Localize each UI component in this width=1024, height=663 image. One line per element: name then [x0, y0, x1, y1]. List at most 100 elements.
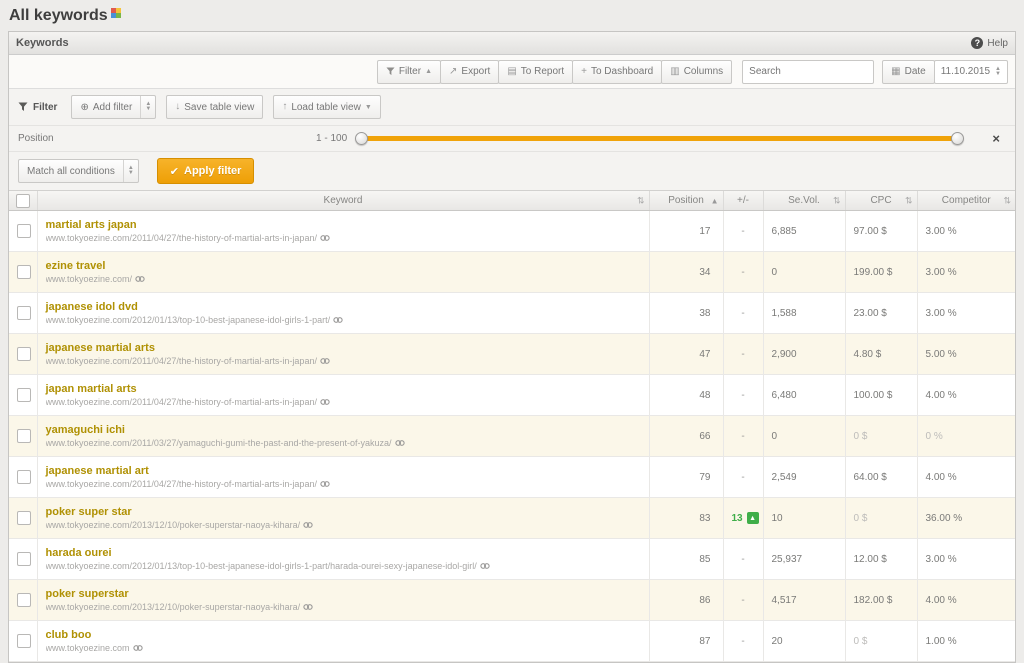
column-header-keyword[interactable]: Keyword⇅: [37, 191, 649, 211]
date-value-box[interactable]: 11.10.2015 ▲▼: [934, 60, 1008, 84]
position-range-slider[interactable]: [357, 136, 962, 141]
link-icon[interactable]: [333, 316, 343, 324]
keyword-url: www.tokyoezine.com/2011/03/27/yamaguchi-…: [46, 438, 641, 449]
competitor-cell: 3.00 %: [917, 252, 1015, 293]
up-arrow-icon: ▲: [747, 512, 759, 524]
column-header-cpc[interactable]: CPC⇅: [845, 191, 917, 211]
table-toolbar: Filter ▲ ↗ Export ▤ To Report + To Dashb…: [9, 55, 1015, 89]
sevol-cell: 10: [763, 498, 845, 539]
to-report-button[interactable]: ▤ To Report: [498, 60, 573, 84]
apply-filter-button[interactable]: ✔ Apply filter: [157, 158, 255, 184]
link-icon[interactable]: [320, 480, 330, 488]
export-icon: ↗: [449, 67, 457, 77]
add-filter-stepper[interactable]: ▲▼: [140, 96, 155, 118]
position-cell: 85: [649, 539, 723, 580]
add-filter-button[interactable]: ⊕ Add filter ▲▼: [71, 95, 156, 119]
column-header-change[interactable]: +/-: [723, 191, 763, 211]
keyword-url: www.tokyoezine.com/2011/04/27/the-histor…: [46, 479, 641, 490]
column-header-sevol[interactable]: Se.Vol.⇅: [763, 191, 845, 211]
row-checkbox[interactable]: [17, 470, 31, 484]
keyword-link[interactable]: poker super star: [46, 506, 641, 519]
competitor-cell: 4.00 %: [917, 375, 1015, 416]
keywords-table: Keyword⇅ Position▲ +/- Se.Vol.⇅ CPC⇅ Com…: [9, 191, 1015, 662]
table-row: martial arts japan www.tokyoezine.com/20…: [9, 211, 1015, 252]
link-icon[interactable]: [135, 275, 145, 283]
help-icon: ?: [971, 37, 983, 49]
export-button[interactable]: ↗ Export: [440, 60, 499, 84]
sort-icon[interactable]: ⇅: [905, 195, 913, 206]
keyword-link[interactable]: ezine travel: [46, 260, 641, 273]
row-checkbox[interactable]: [17, 634, 31, 648]
position-filter-row: Position 1 - 100 ×: [9, 125, 1015, 151]
column-header-position[interactable]: Position▲: [649, 191, 723, 211]
load-table-view-button[interactable]: ↑ Load table view ▼: [273, 95, 380, 119]
keyword-link[interactable]: harada ourei: [46, 547, 641, 560]
select-all-checkbox[interactable]: [16, 194, 30, 208]
row-checkbox[interactable]: [17, 265, 31, 279]
row-checkbox[interactable]: [17, 511, 31, 525]
keyword-url: www.tokyoezine.com/2011/04/27/the-histor…: [46, 233, 641, 244]
filter-toggle-button[interactable]: Filter ▲: [377, 60, 441, 84]
position-cell: 83: [649, 498, 723, 539]
sort-icon[interactable]: ⇅: [833, 195, 841, 206]
column-header-competitor[interactable]: Competitor⇅: [917, 191, 1015, 211]
competitor-cell: 1.00 %: [917, 621, 1015, 662]
table-row: harada ourei www.tokyoezine.com/2012/01/…: [9, 539, 1015, 580]
date-button[interactable]: ▦ Date: [882, 60, 935, 84]
keyword-link[interactable]: yamaguchi ichi: [46, 424, 641, 437]
page-title: All keywords: [9, 7, 108, 24]
help-button[interactable]: ? Help: [971, 37, 1008, 49]
keyword-link[interactable]: japanese idol dvd: [46, 301, 641, 314]
table-row: japanese idol dvd www.tokyoezine.com/201…: [9, 293, 1015, 334]
row-checkbox[interactable]: [17, 224, 31, 238]
change-cell: -: [723, 580, 763, 621]
check-icon: ✔: [170, 165, 179, 178]
table-row: japanese martial art www.tokyoezine.com/…: [9, 457, 1015, 498]
sort-icon[interactable]: ⇅: [1003, 195, 1011, 206]
competitor-cell: 36.00 %: [917, 498, 1015, 539]
match-conditions-stepper[interactable]: ▲▼: [123, 160, 138, 182]
match-conditions-select[interactable]: Match all conditions ▲▼: [18, 159, 139, 183]
change-cell: -: [723, 334, 763, 375]
link-icon[interactable]: [480, 562, 490, 570]
keyword-link[interactable]: japanese martial arts: [46, 342, 641, 355]
change-value: 13: [732, 513, 743, 524]
link-icon[interactable]: [320, 357, 330, 365]
to-dashboard-button[interactable]: + To Dashboard: [572, 60, 662, 84]
search-input[interactable]: [742, 60, 874, 84]
download-icon: ↓: [175, 102, 180, 112]
cpc-cell: 100.00 $: [845, 375, 917, 416]
sort-asc-icon[interactable]: ▲: [711, 196, 719, 205]
row-checkbox[interactable]: [17, 593, 31, 607]
row-checkbox[interactable]: [17, 306, 31, 320]
table-row: ezine travel www.tokyoezine.com/ 34 - 0 …: [9, 252, 1015, 293]
row-checkbox[interactable]: [17, 347, 31, 361]
cpc-cell: 97.00 $: [845, 211, 917, 252]
link-icon[interactable]: [303, 521, 313, 529]
slider-handle-min[interactable]: [355, 132, 368, 145]
keyword-link[interactable]: japan martial arts: [46, 383, 641, 396]
save-table-view-button[interactable]: ↓ Save table view: [166, 95, 263, 119]
slider-handle-max[interactable]: [951, 132, 964, 145]
upload-icon: ↑: [282, 102, 287, 112]
keyword-link[interactable]: club boo: [46, 629, 641, 642]
table-row: yamaguchi ichi www.tokyoezine.com/2011/0…: [9, 416, 1015, 457]
sort-icon[interactable]: ⇅: [637, 195, 645, 206]
change-cell: -: [723, 416, 763, 457]
keyword-link[interactable]: poker superstar: [46, 588, 641, 601]
link-icon[interactable]: [320, 234, 330, 242]
row-checkbox[interactable]: [17, 429, 31, 443]
change-cell: -: [723, 457, 763, 498]
cpc-cell: 23.00 $: [845, 293, 917, 334]
link-icon[interactable]: [320, 398, 330, 406]
row-checkbox[interactable]: [17, 388, 31, 402]
remove-filter-icon[interactable]: ×: [992, 132, 1000, 145]
link-icon[interactable]: [133, 644, 143, 652]
keyword-link[interactable]: japanese martial art: [46, 465, 641, 478]
link-icon[interactable]: [395, 439, 405, 447]
columns-button[interactable]: ▥ Columns: [661, 60, 732, 84]
keyword-link[interactable]: martial arts japan: [46, 219, 641, 232]
table-row: poker superstar www.tokyoezine.com/2013/…: [9, 580, 1015, 621]
link-icon[interactable]: [303, 603, 313, 611]
row-checkbox[interactable]: [17, 552, 31, 566]
